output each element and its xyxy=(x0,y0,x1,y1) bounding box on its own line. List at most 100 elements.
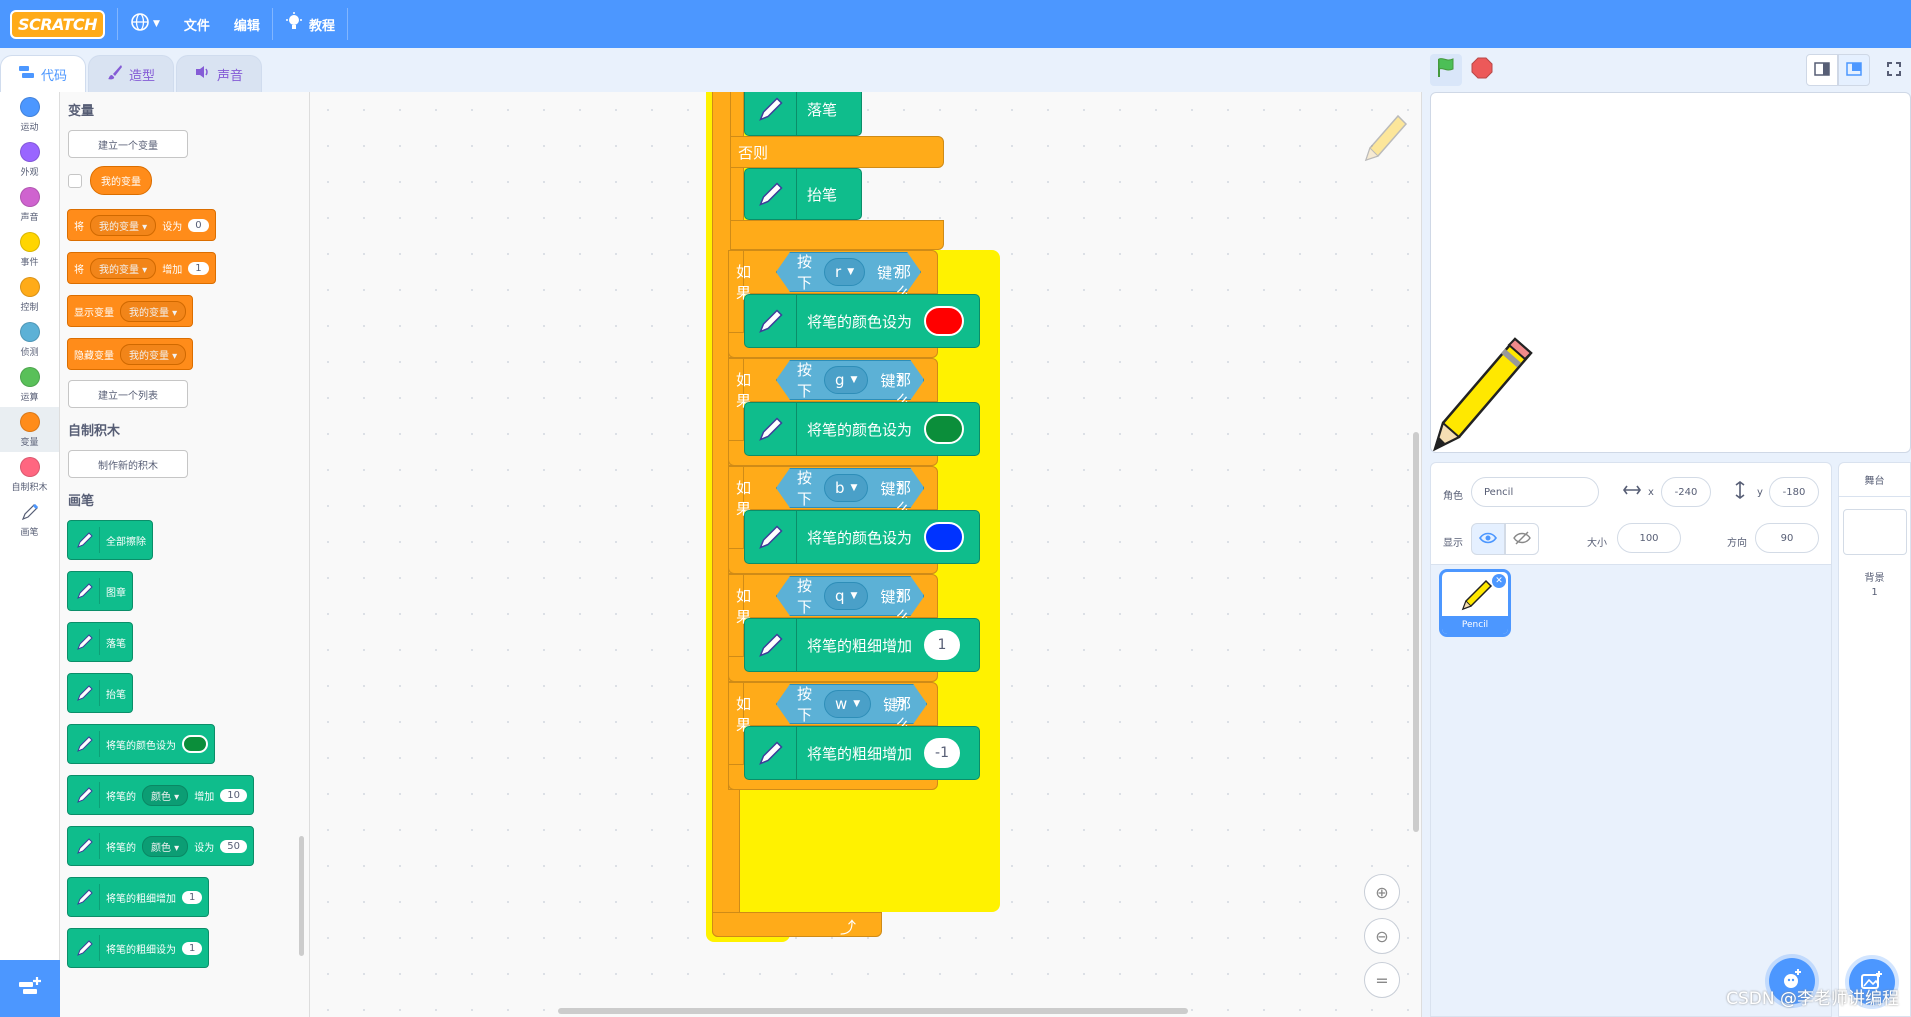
delete-sprite-icon[interactable]: ✕ xyxy=(1492,574,1506,588)
zoom-out-button[interactable]: ⊖ xyxy=(1364,918,1400,954)
pen-down-script-block[interactable]: 落笔 xyxy=(744,92,862,136)
y-input[interactable]: -180 xyxy=(1769,477,1819,507)
value-input[interactable]: 1 xyxy=(188,261,209,275)
sprite-thumbnail[interactable]: ✕ Pencil xyxy=(1439,569,1511,637)
key-dropdown[interactable]: w ▼ xyxy=(824,690,871,718)
scratch-logo[interactable]: SCRATCH xyxy=(10,9,105,39)
direction-input[interactable]: 90 xyxy=(1755,523,1819,553)
horizontal-scrollbar[interactable] xyxy=(558,1008,1188,1014)
show-visible-button[interactable] xyxy=(1471,523,1505,555)
hide-variable-block[interactable]: 隐藏变量 我的变量 ▾ xyxy=(67,338,194,370)
category-sensing[interactable]: 侦测 xyxy=(0,317,59,362)
value-input[interactable]: 0 xyxy=(188,218,209,232)
caret-down-icon: ▼ xyxy=(847,267,855,277)
set-pen-param-block[interactable]: 将笔的 颜色 ▾ 设为 50 xyxy=(67,826,254,866)
pen-up-script-block[interactable]: 抬笔 xyxy=(744,168,862,220)
forever-loop-bottom[interactable] xyxy=(712,912,882,937)
make-list-button[interactable]: 建立一个列表 xyxy=(68,380,188,408)
variable-dropdown[interactable]: 我的变量 ▾ xyxy=(90,214,157,236)
pen-action-block[interactable]: 将笔的粗细增加 1 xyxy=(744,618,980,672)
make-variable-button[interactable]: 建立一个变量 xyxy=(68,130,188,158)
set-pen-size-block[interactable]: 将笔的粗细设为 1 xyxy=(67,928,210,968)
language-menu[interactable]: ▼ xyxy=(118,0,172,48)
show-hidden-button[interactable] xyxy=(1505,523,1539,555)
tab-costumes[interactable]: 造型 xyxy=(88,55,175,92)
tutorials-label: 教程 xyxy=(308,18,335,34)
my-variable-reporter[interactable]: 我的变量 xyxy=(90,166,152,195)
category-motion[interactable]: 运动 xyxy=(0,92,59,137)
value-input[interactable]: 10 xyxy=(220,788,247,802)
value-input[interactable]: 1 xyxy=(182,941,203,955)
small-stage-button[interactable] xyxy=(1806,54,1838,86)
add-extension-button[interactable] xyxy=(0,960,60,1017)
variable-checkbox[interactable] xyxy=(68,173,82,188)
make-block-button[interactable]: 制作新的积木 xyxy=(68,450,188,478)
pen-action-block[interactable]: 将笔的颜色设为 xyxy=(744,510,980,564)
tab-sounds[interactable]: 声音 xyxy=(176,55,263,92)
erase-all-block[interactable]: 全部擦除 xyxy=(67,520,153,560)
dropdown-value: 我的变量 xyxy=(99,264,139,276)
palette-scrollbar[interactable] xyxy=(299,836,304,956)
value-input[interactable]: 50 xyxy=(220,839,247,853)
set-variable-block[interactable]: 将 我的变量 ▾ 设为 0 xyxy=(67,209,216,241)
size-value-input[interactable]: 1 xyxy=(924,630,961,660)
show-variable-block[interactable]: 显示变量 我的变量 ▾ xyxy=(67,295,194,327)
x-input[interactable]: -240 xyxy=(1661,477,1711,507)
category-operators[interactable]: 运算 xyxy=(0,362,59,407)
stage-canvas[interactable] xyxy=(1430,92,1911,453)
variable-dropdown[interactable]: 我的变量 ▾ xyxy=(120,343,187,365)
key-dropdown[interactable]: g ▼ xyxy=(824,366,868,394)
zoom-reset-button[interactable]: = xyxy=(1364,962,1400,998)
edit-menu[interactable]: 编辑 xyxy=(222,0,272,48)
vertical-scrollbar[interactable] xyxy=(1413,432,1419,832)
file-menu[interactable]: 文件 xyxy=(172,0,222,48)
key-dropdown[interactable]: q ▼ xyxy=(824,582,868,610)
size-input[interactable]: 100 xyxy=(1617,523,1681,553)
tab-sounds-label: 声音 xyxy=(217,68,244,84)
stop-button[interactable] xyxy=(1466,54,1498,86)
change-variable-block[interactable]: 将 我的变量 ▾ 增加 1 xyxy=(67,252,216,284)
change-pen-size-block[interactable]: 将笔的粗细增加 1 xyxy=(67,877,210,917)
param-dropdown[interactable]: 颜色 ▾ xyxy=(142,835,189,857)
category-looks[interactable]: 外观 xyxy=(0,137,59,182)
pencil-sprite[interactable] xyxy=(1431,331,1535,452)
pen-action-block[interactable]: 将笔的颜色设为 xyxy=(744,294,980,348)
stage-thumbnail[interactable] xyxy=(1843,509,1907,555)
large-stage-button[interactable] xyxy=(1838,54,1870,86)
param-dropdown[interactable]: 颜色 ▾ xyxy=(142,784,189,806)
key-dropdown[interactable]: b ▼ xyxy=(824,474,868,502)
size-value-input[interactable]: -1 xyxy=(924,738,961,768)
key-value: b xyxy=(835,479,845,497)
color-swatch[interactable] xyxy=(924,414,965,444)
variable-dropdown[interactable]: 我的变量 ▾ xyxy=(90,257,157,279)
tab-code[interactable]: 代码 xyxy=(0,55,87,92)
pen-action-block[interactable]: 将笔的颜色设为 xyxy=(744,402,980,456)
change-pen-param-block[interactable]: 将笔的 颜色 ▾ 增加 10 xyxy=(67,775,254,815)
zoom-in-button[interactable]: ⊕ xyxy=(1364,874,1400,910)
color-swatch[interactable] xyxy=(182,735,208,753)
key-dropdown[interactable]: r ▼ xyxy=(824,258,865,286)
category-events[interactable]: 事件 xyxy=(0,227,59,272)
pen-up-block[interactable]: 抬笔 xyxy=(67,673,133,713)
value-input[interactable]: 1 xyxy=(182,890,203,904)
sprite-name-input[interactable]: Pencil xyxy=(1471,477,1599,507)
stage-target-panel[interactable]: 舞台 背景 1 xyxy=(1838,462,1911,1017)
variable-dropdown[interactable]: 我的变量 ▾ xyxy=(120,300,187,322)
category-sound[interactable]: 声音 xyxy=(0,182,59,227)
if-else-bottom[interactable] xyxy=(730,220,944,250)
set-pen-color-block[interactable]: 将笔的颜色设为 xyxy=(67,724,215,764)
category-variables[interactable]: 变量 xyxy=(0,407,59,452)
fullscreen-button[interactable] xyxy=(1878,54,1910,86)
stamp-block[interactable]: 图章 xyxy=(67,571,133,611)
sprite-info-panel: 角色 Pencil x -240 y -180 显示 大小 100 方向 90 xyxy=(1430,462,1832,565)
tutorials-menu[interactable]: 教程 xyxy=(273,0,347,48)
color-swatch[interactable] xyxy=(924,522,965,552)
color-swatch[interactable] xyxy=(924,306,965,336)
category-pen[interactable]: 画笔 xyxy=(0,497,59,542)
green-flag-button[interactable] xyxy=(1430,54,1462,86)
category-control[interactable]: 控制 xyxy=(0,272,59,317)
pen-down-block[interactable]: 落笔 xyxy=(67,622,133,662)
category-my-blocks[interactable]: 自制积木 xyxy=(0,452,59,497)
script-workspace[interactable]: ⤴ 否则 落笔 抬笔 如果 按下 r ▼ 键? 那么 将笔的颜色设为 如果 按下 g ▼ 键? 那么 将笔… xyxy=(310,92,1422,1017)
pen-action-block[interactable]: 将笔的粗细增加 -1 xyxy=(744,726,980,780)
